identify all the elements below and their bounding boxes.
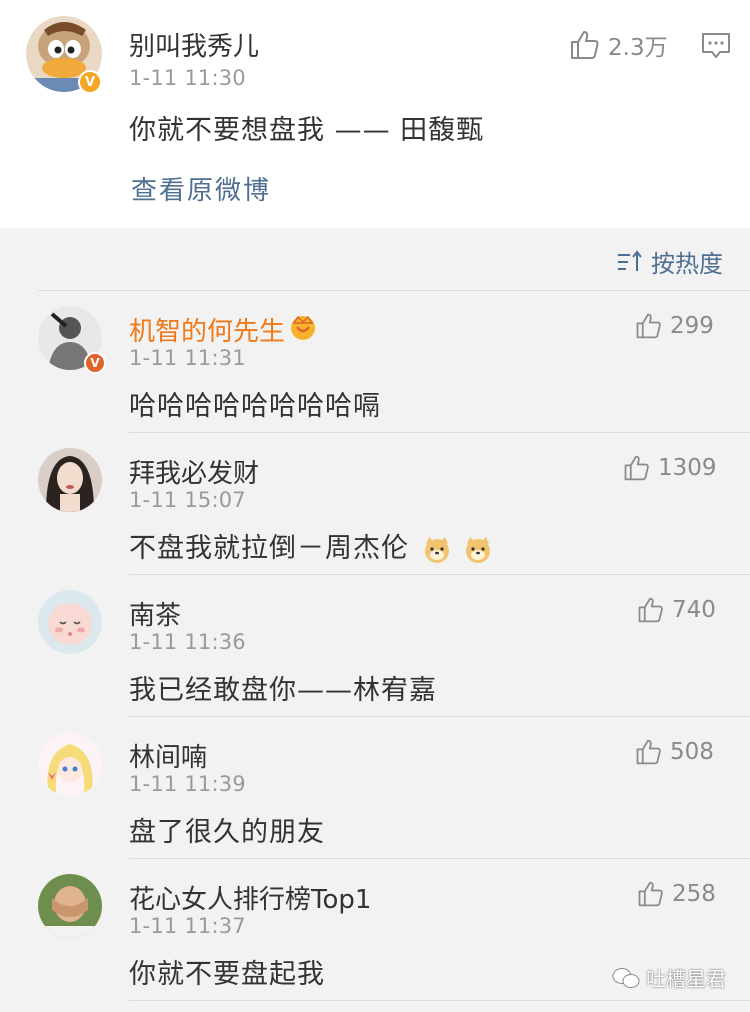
verified-badge-icon: V — [78, 70, 102, 94]
post-like-button[interactable]: 2.3万 — [568, 28, 668, 62]
comment-content: 你就不要盘起我 — [129, 959, 325, 990]
comment-content: 我已经敢盘你——林宥嘉 — [129, 675, 437, 706]
comment-avatar[interactable] — [38, 448, 102, 512]
comment-avatar[interactable]: V — [38, 306, 106, 374]
thumbs-up-icon — [638, 881, 663, 907]
comment-time: 1-11 11:37 — [129, 914, 246, 938]
comment-text: 不盘我就拉倒－周杰伦 — [129, 533, 409, 564]
comment-like-count: 258 — [672, 881, 716, 907]
girl-avatar-image — [38, 448, 102, 512]
baby-avatar-image — [38, 590, 102, 654]
comment-avatar[interactable] — [38, 732, 102, 796]
verified-badge-icon: V — [84, 352, 106, 374]
post-content: 你就不要想盘我 —— 田馥甄 — [129, 115, 485, 146]
thumbs-up-icon — [638, 597, 663, 623]
sort-icon — [618, 249, 642, 271]
divider — [129, 716, 750, 717]
watermark-text: 吐槽星君 — [646, 967, 726, 991]
divider — [129, 858, 750, 859]
comment-time: 1-11 11:31 — [129, 346, 246, 370]
post-time: 1-11 11:30 — [129, 66, 246, 90]
sort-label: 按热度 — [651, 250, 723, 278]
comment-content: 哈哈哈哈哈哈哈哈嗝 — [129, 391, 381, 422]
comment-username[interactable]: 林间喃 — [129, 737, 207, 774]
view-original-link[interactable]: 查看原微博 — [131, 170, 271, 207]
watermark: 吐槽星君 — [612, 963, 726, 992]
thumbs-up-icon — [571, 31, 599, 59]
comment-button[interactable] — [701, 32, 731, 64]
comment-like-button[interactable]: 258 — [636, 880, 716, 908]
original-post: V 别叫我秀儿 1-11 11:30 你就不要想盘我 —— 田馥甄 查看原微博 … — [0, 0, 750, 228]
comment-like-count: 740 — [672, 597, 716, 623]
comment-like-count: 1309 — [658, 455, 717, 481]
thumbs-up-icon — [636, 739, 661, 765]
comment-like-button[interactable]: 508 — [634, 738, 714, 766]
vip-crown-icon — [291, 315, 315, 340]
wechat-icon — [612, 967, 640, 988]
comment-like-button[interactable]: 299 — [634, 312, 714, 340]
comment-time: 1-11 11:36 — [129, 630, 246, 654]
post-avatar[interactable]: V — [26, 16, 102, 94]
post-like-count: 2.3万 — [608, 35, 668, 61]
sort-by-hot-button[interactable]: 按热度 — [617, 244, 723, 279]
doge-emoji-icon — [466, 536, 491, 563]
comment-content: 不盘我就拉倒－周杰伦 — [129, 526, 492, 565]
comment-content: 盘了很久的朋友 — [129, 817, 325, 848]
thumbs-up-icon — [624, 455, 649, 481]
comment-username[interactable]: 机智的何先生 — [129, 311, 285, 348]
comment-like-button[interactable]: 740 — [636, 596, 716, 624]
comment-username[interactable]: 南茶 — [129, 595, 181, 632]
divider — [38, 290, 750, 291]
comment-icon — [702, 33, 730, 58]
comment-username[interactable]: 花心女人排行榜Top1 — [129, 879, 371, 916]
comment-like-button[interactable]: 1309 — [622, 454, 717, 482]
comment-time: 1-11 11:39 — [129, 772, 246, 796]
thumbs-up-icon — [636, 313, 661, 339]
divider — [129, 1000, 750, 1001]
post-username[interactable]: 别叫我秀儿 — [129, 26, 259, 63]
comment-avatar[interactable] — [38, 874, 102, 938]
comment-time: 1-11 15:07 — [129, 488, 246, 512]
comment-like-count: 299 — [670, 313, 714, 339]
divider — [129, 574, 750, 575]
comment-like-count: 508 — [670, 739, 714, 765]
comment-username[interactable]: 拜我必发财 — [129, 453, 259, 490]
face-covering-avatar-image — [38, 874, 102, 938]
divider — [129, 432, 750, 433]
comment-avatar[interactable] — [38, 590, 102, 654]
sailor-moon-avatar-image — [38, 732, 102, 796]
doge-emoji-icon — [424, 536, 449, 563]
